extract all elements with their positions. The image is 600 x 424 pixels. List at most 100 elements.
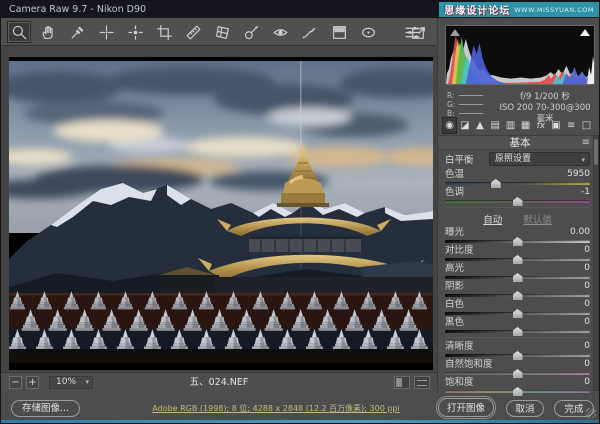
radial-filter-tool-icon[interactable]: [356, 21, 380, 43]
camera-raw-dialog: Camera Raw 9.7 - Nikon D90 思缘设计论坛 WWW.MI…: [0, 0, 600, 424]
white-balance-select[interactable]: 原照设置 ▾: [489, 152, 590, 166]
tab-tone-curve[interactable]: ◪: [457, 117, 472, 134]
watermark: 思缘设计论坛 WWW.MISSYUAN.COM: [439, 2, 599, 17]
tint-label: 色调: [445, 187, 464, 198]
shadows-slider[interactable]: [445, 294, 590, 297]
transform-tool-icon[interactable]: [211, 21, 235, 43]
exposure-slider[interactable]: [445, 240, 590, 243]
tab-split-toning[interactable]: ▥: [503, 117, 518, 134]
straighten-tool-icon[interactable]: [182, 21, 206, 43]
highlights-label: 高光: [445, 263, 464, 274]
tab-effects[interactable]: fx: [533, 117, 548, 134]
tab-lens-corrections[interactable]: ▦: [518, 117, 533, 134]
panel-scrollbar[interactable]: [593, 135, 599, 391]
clarity-value: 0: [584, 341, 590, 352]
slider-thumb[interactable]: [513, 255, 523, 264]
preview-settings-icon[interactable]: [414, 376, 430, 389]
watermark-text: 思缘设计论坛: [444, 2, 510, 17]
vibrance-label: 自然饱和度: [445, 359, 493, 370]
blacks-slider[interactable]: [445, 330, 590, 333]
crop-tool-icon[interactable]: [152, 21, 176, 43]
slider-thumb[interactable]: [513, 309, 523, 318]
tint-slider[interactable]: [445, 200, 590, 203]
r-label: R:: [447, 91, 455, 100]
exposure-label: 曝光: [445, 227, 464, 238]
chevron-down-icon: ▾: [581, 154, 585, 166]
window-title: Camera Raw 9.7 - Nikon D90: [9, 4, 146, 15]
white-balance-value: 原照设置: [495, 154, 531, 164]
clarity-label: 清晰度: [445, 341, 474, 352]
zoom-tool-icon[interactable]: [7, 21, 31, 43]
exposure-value: 0.00: [570, 227, 590, 238]
whites-label: 白色: [445, 299, 464, 310]
save-image-button[interactable]: 存储图像...: [11, 400, 80, 417]
slider-thumb[interactable]: [513, 273, 523, 282]
saturation-label: 饱和度: [445, 377, 474, 388]
open-image-button[interactable]: 打开图像: [438, 398, 494, 417]
zoom-bar: − + 10% ▾ 五、024.NEF: [1, 372, 437, 391]
g-label: G:: [447, 100, 455, 109]
tab-snapshots[interactable]: □: [579, 117, 594, 134]
graduated-filter-tool-icon[interactable]: [327, 21, 351, 43]
tint-value: -1: [581, 187, 590, 198]
workflow-options-link[interactable]: Adobe RGB (1998); 8 位; 4288 x 2848 (12.2…: [121, 403, 431, 414]
clarity-slider[interactable]: [445, 354, 590, 357]
default-link[interactable]: 默认值: [523, 215, 552, 226]
highlights-slider[interactable]: [445, 276, 590, 279]
panel-menu-icon[interactable]: ≡: [582, 136, 590, 150]
watermark-url: WWW.MISSYUAN.COM: [514, 6, 594, 14]
hand-tool-icon[interactable]: [36, 21, 60, 43]
slider-thumb[interactable]: [513, 387, 523, 396]
slider-thumb[interactable]: [491, 179, 501, 188]
spot-removal-tool-icon[interactable]: [240, 21, 264, 43]
vibrance-value: 0: [584, 359, 590, 370]
basic-panel-content: 白平衡 原照设置 ▾ 色温 5950 色调 -1 自动 默认值 曝光 0.00: [445, 151, 590, 395]
exposure-info: f/9 1/200 秒: [494, 92, 596, 103]
temperature-slider[interactable]: [445, 182, 590, 185]
panel-title: 基本: [510, 137, 531, 149]
contrast-label: 对比度: [445, 245, 474, 256]
scrollbar-thumb[interactable]: [594, 139, 598, 165]
targeted-adjustment-tool-icon[interactable]: [123, 21, 147, 43]
tab-camera-calibration[interactable]: ▣: [548, 117, 563, 134]
resize-grip[interactable]: [586, 408, 596, 418]
whites-value: 0: [584, 299, 590, 310]
auto-link[interactable]: 自动: [483, 215, 502, 226]
slider-thumb[interactable]: [513, 351, 523, 360]
white-balance-label: 白平衡: [445, 152, 489, 166]
before-after-toggle-icon[interactable]: [394, 376, 410, 389]
slider-thumb[interactable]: [513, 291, 523, 300]
whites-slider[interactable]: [445, 312, 590, 315]
shadow-clipping-icon[interactable]: [450, 29, 460, 36]
toolbar: [1, 18, 436, 46]
contrast-value: 0: [584, 245, 590, 256]
tab-presets[interactable]: ≡: [564, 117, 579, 134]
contrast-slider[interactable]: [445, 258, 590, 261]
highlight-clipping-icon[interactable]: [580, 29, 590, 36]
tab-detail[interactable]: ▲: [472, 117, 487, 134]
slider-thumb[interactable]: [513, 369, 523, 378]
adjustment-brush-tool-icon[interactable]: [298, 21, 322, 43]
color-sampler-tool-icon[interactable]: [94, 21, 118, 43]
white-balance-tool-icon[interactable]: [65, 21, 89, 43]
temperature-label: 色温: [445, 169, 464, 180]
slider-thumb[interactable]: [513, 327, 523, 336]
blacks-value: 0: [584, 317, 590, 328]
tab-basic[interactable]: ◉: [442, 117, 457, 134]
slider-thumb[interactable]: [513, 237, 523, 246]
blacks-label: 黑色: [445, 317, 464, 328]
red-eye-tool-icon[interactable]: [269, 21, 293, 43]
adjustments-panel: R: G: B: f/9 1/200 秒 ISO 200 70-300@300 …: [437, 18, 600, 393]
tab-hsl[interactable]: ▤: [488, 117, 503, 134]
panel-tabs: ◉ ◪ ▲ ▤ ▥ ▦ fx ▣ ≡ □: [442, 117, 594, 134]
vibrance-slider[interactable]: [445, 372, 590, 375]
photo-preview[interactable]: [9, 57, 433, 370]
saturation-slider[interactable]: [445, 390, 590, 393]
temperature-value: 5950: [567, 169, 590, 180]
highlights-value: 0: [584, 263, 590, 274]
fullscreen-toggle-icon[interactable]: [406, 21, 430, 43]
image-area: [1, 46, 437, 372]
slider-thumb[interactable]: [513, 197, 523, 206]
saturation-value: 0: [584, 377, 590, 388]
cancel-button[interactable]: 取消: [506, 400, 544, 417]
